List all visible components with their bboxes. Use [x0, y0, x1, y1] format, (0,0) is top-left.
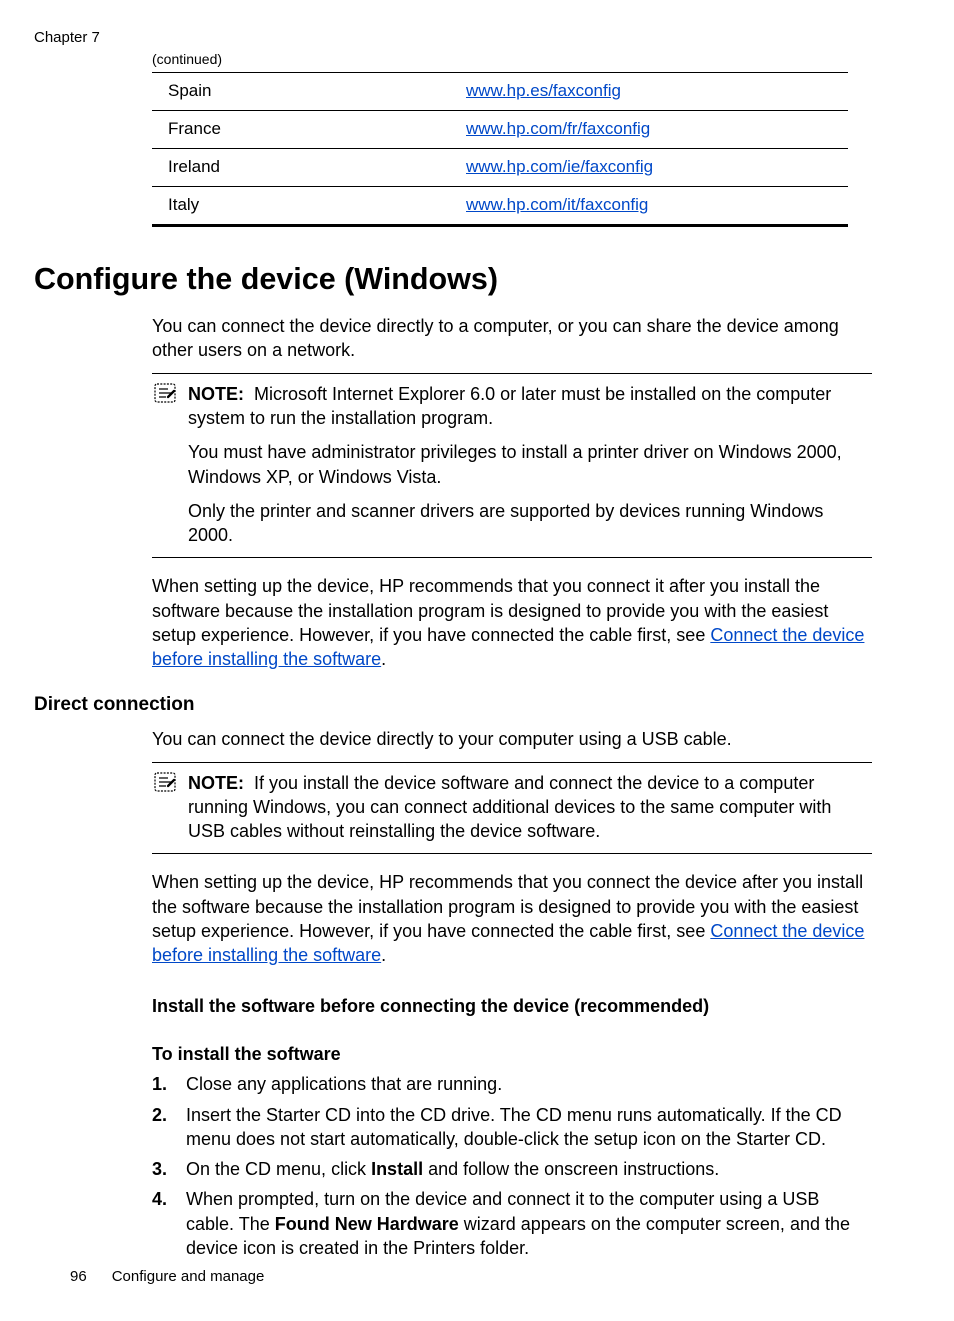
continued-label: (continued) [152, 50, 868, 69]
list-item: 1. Close any applications that are runni… [152, 1072, 872, 1096]
faxconfig-table: Spain www.hp.es/faxconfig France www.hp.… [152, 72, 848, 227]
url-link[interactable]: www.hp.com/it/faxconfig [466, 195, 648, 214]
intro-paragraph: You can connect the device directly to a… [152, 314, 872, 363]
page-footer: 96 Configure and manage [70, 1267, 264, 1287]
url-link[interactable]: www.hp.es/faxconfig [466, 81, 621, 100]
url-cell: www.hp.es/faxconfig [454, 73, 848, 111]
note-box: NOTE: If you install the device software… [152, 762, 872, 855]
page-number: 96 [70, 1268, 87, 1285]
step-text: Insert the Starter CD into the CD drive.… [186, 1103, 872, 1152]
url-cell: www.hp.com/it/faxconfig [454, 186, 848, 225]
section-heading: Direct connection [34, 692, 868, 718]
step-text: Close any applications that are running. [186, 1072, 872, 1096]
country-cell: Spain [152, 73, 454, 111]
step-text: When prompted, turn on the device and co… [186, 1187, 872, 1260]
footer-title: Configure and manage [112, 1268, 265, 1285]
note-text: Microsoft Internet Explorer 6.0 or later… [188, 384, 831, 428]
note-text: You must have administrator privileges t… [152, 440, 872, 489]
table-row: Italy www.hp.com/it/faxconfig [152, 186, 848, 225]
note-box: NOTE: Microsoft Internet Explorer 6.0 or… [152, 373, 872, 559]
body-paragraph: When setting up the device, HP recommend… [152, 870, 872, 967]
list-item: 4. When prompted, turn on the device and… [152, 1187, 872, 1260]
url-cell: www.hp.com/ie/faxconfig [454, 149, 848, 187]
table-row: France www.hp.com/fr/faxconfig [152, 111, 848, 149]
page-title: Configure the device (Windows) [34, 259, 868, 300]
step-number: 2. [152, 1103, 186, 1152]
note-label: NOTE: [188, 384, 244, 404]
step-number: 1. [152, 1072, 186, 1096]
body-paragraph: When setting up the device, HP recommend… [152, 574, 872, 671]
country-cell: Ireland [152, 149, 454, 187]
step-text: On the CD menu, click Install and follow… [186, 1157, 872, 1181]
url-link[interactable]: www.hp.com/ie/faxconfig [466, 157, 653, 176]
table-row: Ireland www.hp.com/ie/faxconfig [152, 149, 848, 187]
note-label: NOTE: [188, 773, 244, 793]
steps-heading: To install the software [152, 1042, 872, 1066]
step-number: 4. [152, 1187, 186, 1260]
note-icon [154, 772, 176, 798]
steps-list: 1. Close any applications that are runni… [152, 1072, 872, 1260]
step-number: 3. [152, 1157, 186, 1181]
subsection-heading: Install the software before connecting t… [152, 994, 872, 1018]
note-icon [154, 383, 176, 409]
note-text: If you install the device software and c… [188, 773, 831, 842]
url-cell: www.hp.com/fr/faxconfig [454, 111, 848, 149]
note-text: Only the printer and scanner drivers are… [152, 499, 872, 548]
section-intro: You can connect the device directly to y… [152, 727, 872, 751]
table-row: Spain www.hp.es/faxconfig [152, 73, 848, 111]
list-item: 2. Insert the Starter CD into the CD dri… [152, 1103, 872, 1152]
country-cell: France [152, 111, 454, 149]
chapter-label: Chapter 7 [34, 28, 868, 48]
country-cell: Italy [152, 186, 454, 225]
list-item: 3. On the CD menu, click Install and fol… [152, 1157, 872, 1181]
url-link[interactable]: www.hp.com/fr/faxconfig [466, 119, 650, 138]
